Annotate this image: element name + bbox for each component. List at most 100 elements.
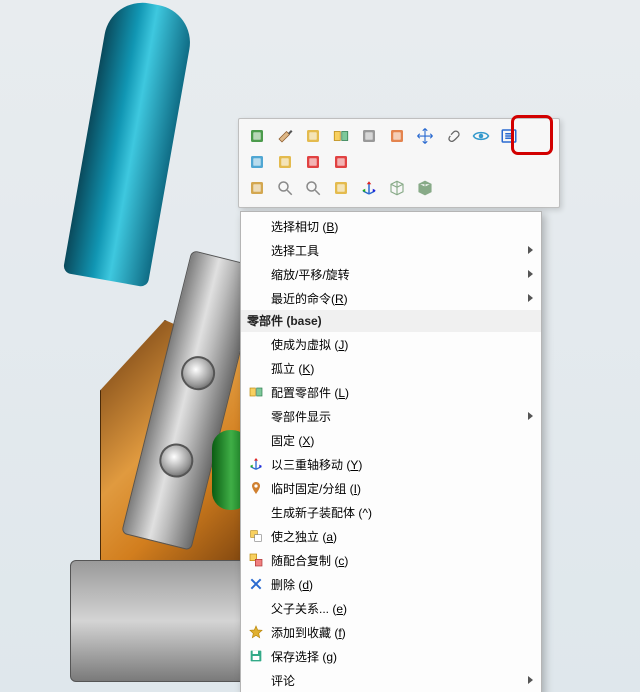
hide-icon xyxy=(472,127,490,148)
paint-icon xyxy=(276,127,294,148)
colors-a-button[interactable] xyxy=(301,151,325,175)
chevron-right-icon xyxy=(528,676,533,684)
section-button[interactable] xyxy=(329,177,353,201)
model-hole xyxy=(177,353,218,394)
menu-item-选择相切B[interactable]: 选择相切 (B) xyxy=(241,214,541,238)
isolate-button[interactable] xyxy=(245,151,269,175)
blank-icon xyxy=(245,502,267,522)
edit-part-icon xyxy=(248,127,266,148)
move-icon xyxy=(416,127,434,148)
delete-icon xyxy=(245,574,267,594)
chevron-right-icon xyxy=(528,246,533,254)
shaded-button[interactable] xyxy=(413,177,437,201)
menu-item-孤立K[interactable]: 孤立 (K) xyxy=(241,356,541,380)
config-icon xyxy=(332,127,350,148)
viewport: 选择相切 (B) 选择工具缩放/平移/旋转最近的命令(R) 零部件 (base)使成… xyxy=(0,0,640,692)
context-toolbar xyxy=(238,118,560,208)
menu-item-生成新子装配体[interactable]: 生成新子装配体 (^) xyxy=(241,500,541,524)
list-icon xyxy=(500,127,518,148)
menu-item-label: 临时固定/分组 (I) xyxy=(267,480,533,497)
menu-item-label: 选择工具 xyxy=(267,242,522,259)
attach-button[interactable] xyxy=(441,125,465,149)
copy-button[interactable] xyxy=(245,177,269,201)
colors-b-icon xyxy=(332,153,350,174)
chevron-right-icon xyxy=(528,294,533,302)
colors-a-icon xyxy=(304,153,322,174)
isolate-icon xyxy=(248,153,266,174)
menu-item-label: 使之独立 (a) xyxy=(267,528,533,545)
menu-item-使成为虚拟J[interactable]: 使成为虚拟 (J) xyxy=(241,332,541,356)
context-menu: 选择相切 (B) 选择工具缩放/平移/旋转最近的命令(R) 零部件 (base)使成… xyxy=(240,211,542,692)
measure-icon xyxy=(360,127,378,148)
menu-item-选择工具[interactable]: 选择工具 xyxy=(241,238,541,262)
menu-item-父子关系e[interactable]: 父子关系... (e) xyxy=(241,596,541,620)
zoom-fit-button[interactable] xyxy=(301,177,325,201)
edit-part-button[interactable] xyxy=(245,125,269,149)
attach-icon xyxy=(444,127,462,148)
menu-item-label: 随配合复制 (c) xyxy=(267,552,533,569)
menu-item-最近的命令R[interactable]: 最近的命令(R) xyxy=(241,286,541,310)
paint-button[interactable] xyxy=(273,125,297,149)
menu-item-删除d[interactable]: 删除 (d) xyxy=(241,572,541,596)
menu-item-label: 评论 xyxy=(267,672,522,689)
menu-item-label: 父子关系... (e) xyxy=(267,600,533,617)
blank-icon xyxy=(245,670,267,690)
menu-item-label: 删除 (d) xyxy=(267,576,533,593)
move-button[interactable] xyxy=(413,125,437,149)
appearance-icon xyxy=(388,127,406,148)
menu-item-零部件显示[interactable]: 零部件显示 xyxy=(241,404,541,428)
menu-item-label: 孤立 (K) xyxy=(267,360,533,377)
blank-icon xyxy=(245,358,267,378)
menu-item-label: 最近的命令(R) xyxy=(267,290,522,307)
menu-item-label: 选择相切 (B) xyxy=(267,218,533,235)
chevron-right-icon xyxy=(528,412,533,420)
menu-item-配置零部件L[interactable]: 配置零部件 (L) xyxy=(241,380,541,404)
independent-icon xyxy=(245,526,267,546)
sketch-button[interactable] xyxy=(273,151,297,175)
menu-item-评论[interactable]: 评论 xyxy=(241,668,541,692)
zoom-fit-icon xyxy=(304,179,322,200)
cad-model[interactable] xyxy=(0,0,260,692)
zoom-window-button[interactable] xyxy=(273,177,297,201)
menu-item-label: 缩放/平移/旋转 xyxy=(267,266,522,283)
menu-item-label: 生成新子装配体 (^) xyxy=(267,504,533,521)
box-icon xyxy=(388,179,406,200)
colors-b-button[interactable] xyxy=(329,151,353,175)
box-button[interactable] xyxy=(385,177,409,201)
blank-icon xyxy=(245,264,267,284)
properties-button[interactable] xyxy=(301,125,325,149)
menu-item-临时固定分组I[interactable]: 临时固定/分组 (I) xyxy=(241,476,541,500)
copy-icon xyxy=(248,179,266,200)
blank-icon xyxy=(245,288,267,308)
menu-item-使之独立a[interactable]: 使之独立 (a) xyxy=(241,524,541,548)
menu-item-以三重轴移动Y[interactable]: 以三重轴移动 (Y) xyxy=(241,452,541,476)
chevron-right-icon xyxy=(528,270,533,278)
blank-icon xyxy=(245,216,267,236)
menu-header: 零部件 (base) xyxy=(241,310,541,332)
config-icon xyxy=(245,382,267,402)
copy-mates-icon xyxy=(245,550,267,570)
model-hole xyxy=(156,440,197,481)
menu-item-label: 添加到收藏 (f) xyxy=(267,624,533,641)
hide-button[interactable] xyxy=(469,125,493,149)
menu-item-label: 以三重轴移动 (Y) xyxy=(267,456,533,473)
triad-button[interactable] xyxy=(357,177,381,201)
blank-icon xyxy=(245,430,267,450)
appearance-button[interactable] xyxy=(385,125,409,149)
model-handle xyxy=(63,0,196,287)
menu-item-添加到收藏f[interactable]: 添加到收藏 (f) xyxy=(241,620,541,644)
measure-button[interactable] xyxy=(357,125,381,149)
config-button[interactable] xyxy=(329,125,353,149)
menu-item-label: 固定 (X) xyxy=(267,432,533,449)
list-button[interactable] xyxy=(497,125,521,149)
menu-item-固定X[interactable]: 固定 (X) xyxy=(241,428,541,452)
menu-item-保存选择g[interactable]: 保存选择 (g) xyxy=(241,644,541,668)
blank-icon xyxy=(245,240,267,260)
menu-item-随配合复制c[interactable]: 随配合复制 (c) xyxy=(241,548,541,572)
menu-item-缩放平移旋转[interactable]: 缩放/平移/旋转 xyxy=(241,262,541,286)
star-icon xyxy=(245,622,267,642)
sketch-icon xyxy=(276,153,294,174)
save-icon xyxy=(245,646,267,666)
menu-item-label: 保存选择 (g) xyxy=(267,648,533,665)
blank-icon xyxy=(245,598,267,618)
